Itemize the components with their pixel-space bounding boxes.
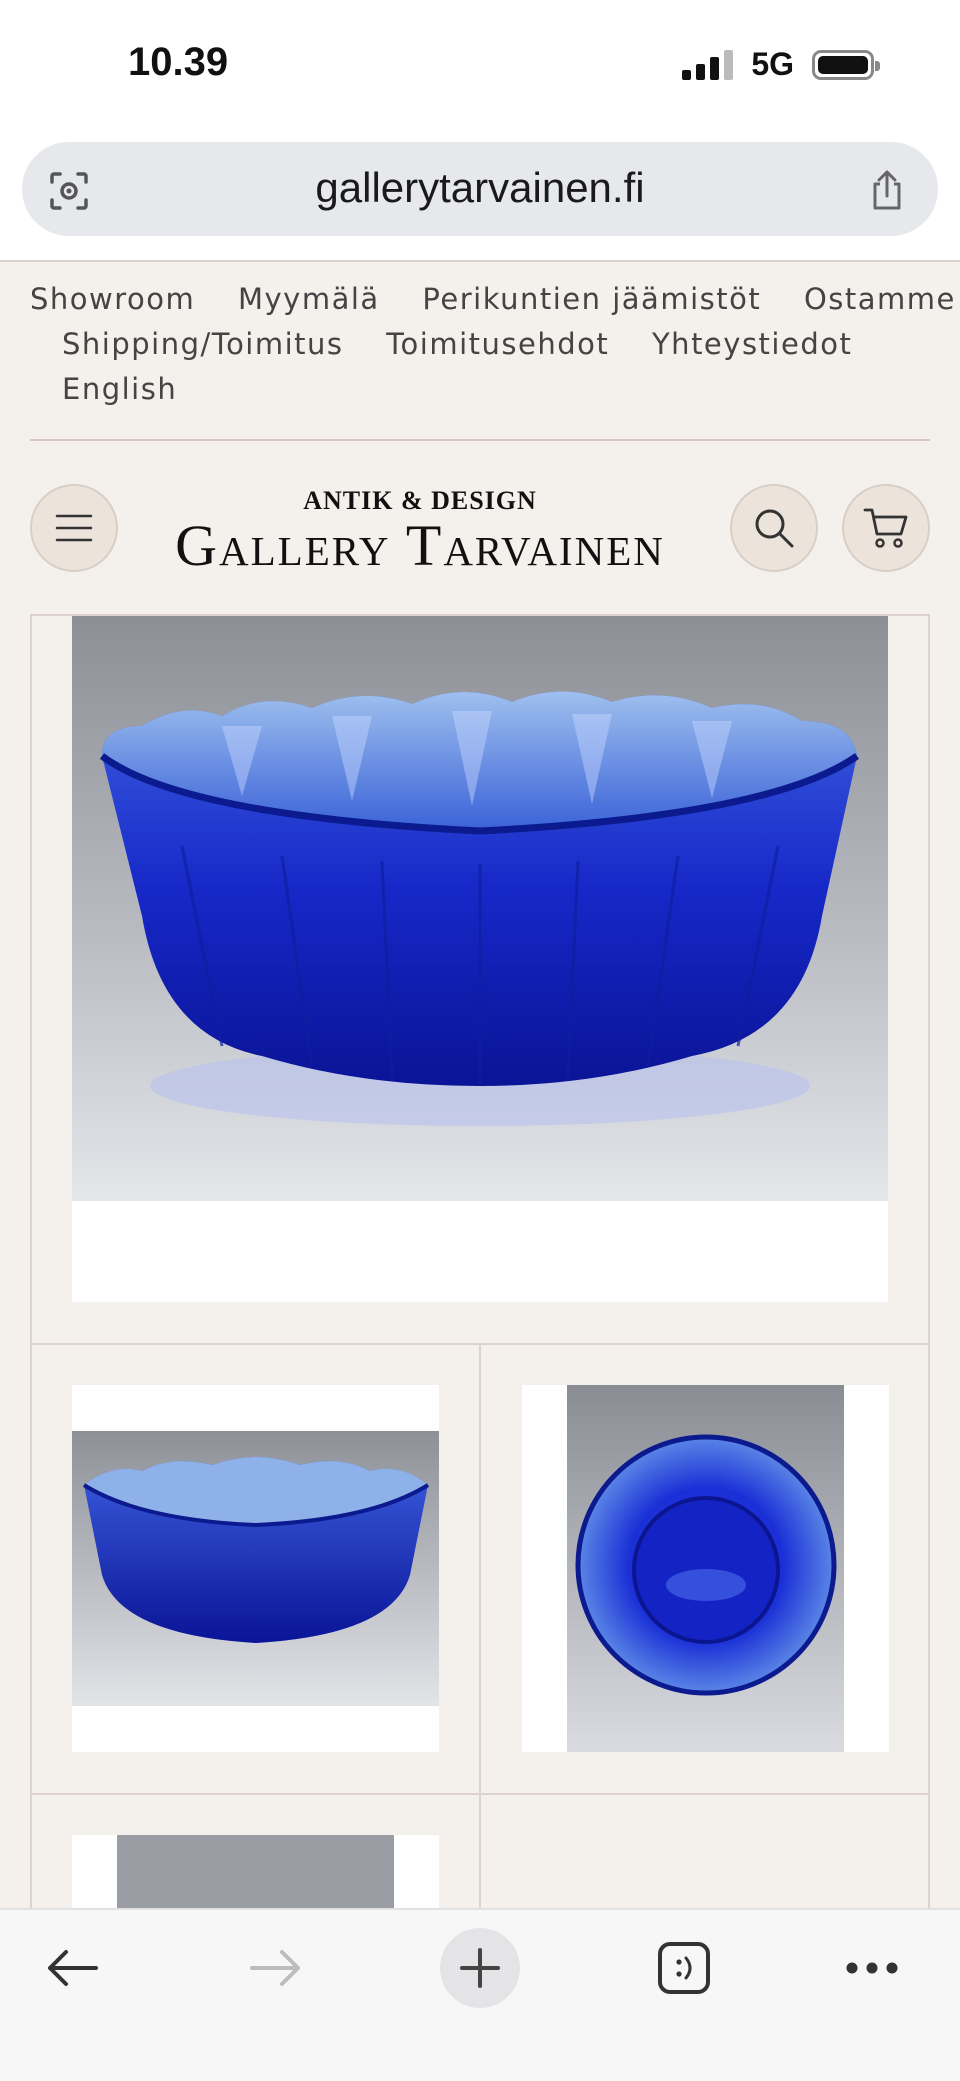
gallery-divider xyxy=(30,1793,930,1795)
blue-glass-bowl-image xyxy=(72,616,888,1201)
status-indicators: 5G xyxy=(682,46,880,83)
search-button[interactable] xyxy=(730,484,818,572)
status-time: 10.39 xyxy=(128,40,229,84)
browser-url-area: gallerytarvainen.fi xyxy=(0,130,960,262)
nav-item-yhteystiedot[interactable]: Yhteystiedot xyxy=(652,327,852,361)
nav-item-shipping[interactable]: Shipping/Toimitus xyxy=(62,327,344,361)
cart-icon xyxy=(863,508,908,548)
signal-icon xyxy=(682,49,734,80)
site-logo[interactable]: ANTIK & DESIGN Gallery Tarvainen xyxy=(150,486,690,579)
nav-item-myymala[interactable]: Myymälä xyxy=(238,282,380,316)
menu-icon xyxy=(55,514,93,542)
nav-item-showroom[interactable]: Showroom xyxy=(30,282,195,316)
tabs-icon xyxy=(658,1942,710,1994)
bowl-photo-placeholder xyxy=(117,1835,394,1908)
url-text: gallerytarvainen.fi xyxy=(315,164,645,211)
menu-button[interactable] xyxy=(30,484,118,572)
back-arrow-icon xyxy=(48,1950,98,1986)
search-icon xyxy=(755,509,794,548)
address-bar[interactable]: gallerytarvainen.fi xyxy=(22,142,938,236)
more-button[interactable] xyxy=(832,1928,912,2008)
share-icon[interactable] xyxy=(866,170,908,212)
blue-glass-bowl-side-image xyxy=(72,1431,439,1706)
thumbnail-top-view[interactable] xyxy=(522,1385,889,1752)
more-icon xyxy=(846,1962,898,1974)
plus-icon xyxy=(460,1948,500,1988)
new-tab-button[interactable] xyxy=(440,1928,520,2008)
thumbnail-third[interactable] xyxy=(72,1835,439,1908)
browser-toolbar xyxy=(0,1908,960,2081)
nav-item-perikuntien[interactable]: Perikuntien jäämistöt xyxy=(422,282,761,316)
tabs-button[interactable] xyxy=(644,1928,724,2008)
forward-button[interactable] xyxy=(236,1928,316,2008)
nav-item-english[interactable]: English xyxy=(62,372,177,406)
nav-divider xyxy=(30,439,930,441)
main-product-image[interactable] xyxy=(72,616,888,1302)
network-label: 5G xyxy=(751,46,794,82)
status-bar: 10.39 5G xyxy=(0,0,960,130)
nav-item-toimitusehdot[interactable]: Toimitusehdot xyxy=(386,327,609,361)
thumbnail-side-view[interactable] xyxy=(72,1385,439,1752)
nav-item-ostamme[interactable]: Ostamme xyxy=(804,282,956,316)
forward-arrow-icon xyxy=(250,1950,300,1986)
top-navigation: Showroom Myymälä Perikuntien jäämistöt O… xyxy=(0,262,960,442)
battery-icon xyxy=(812,49,880,80)
logo-name: Gallery Tarvainen xyxy=(175,513,665,578)
cart-button[interactable] xyxy=(842,484,930,572)
back-button[interactable] xyxy=(32,1928,112,2008)
gallery-column-divider xyxy=(479,1343,481,1908)
blue-glass-bowl-top-image xyxy=(567,1385,844,1752)
